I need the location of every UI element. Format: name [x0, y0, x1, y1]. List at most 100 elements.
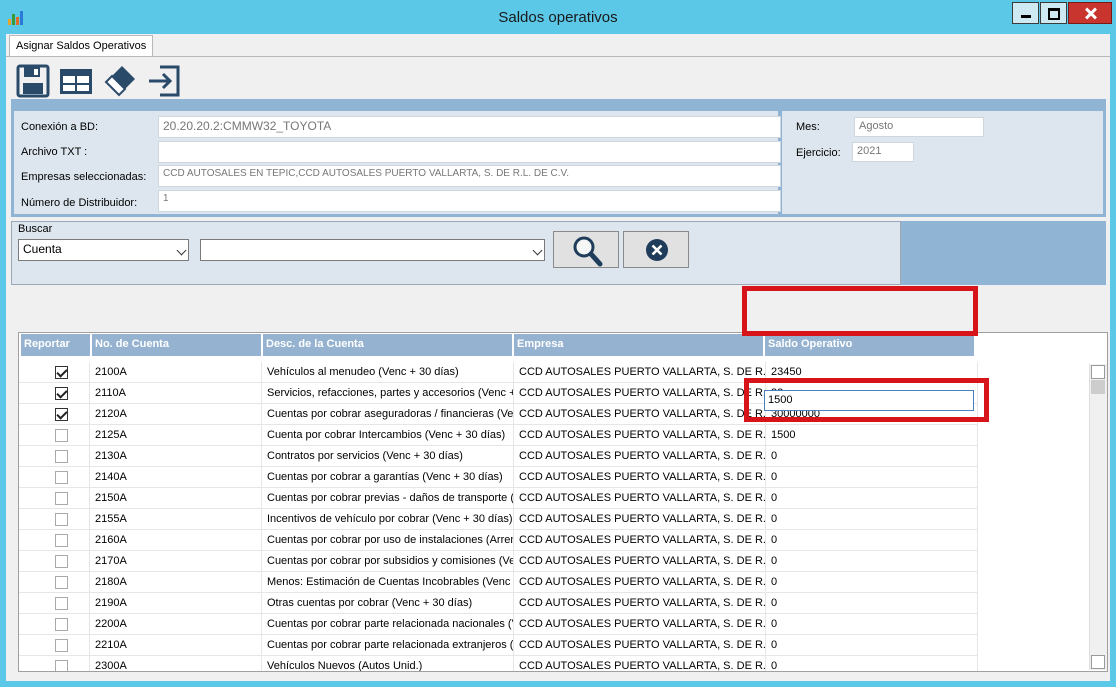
- saldo-cell[interactable]: 0: [766, 551, 978, 572]
- ejercicio-field[interactable]: 2021: [852, 142, 914, 162]
- exit-button[interactable]: [146, 63, 182, 99]
- table-row[interactable]: 2180A Menos: Estimación de Cuentas Incobr…: [19, 572, 1089, 593]
- empresa-cell[interactable]: CCD AUTOSALES PUERTO VALLARTA, S. DE R.L…: [514, 425, 766, 446]
- desc-cell[interactable]: Menos: Estimación de Cuentas Incobrables…: [262, 572, 514, 593]
- table-row[interactable]: 2160A Cuentas por cobrar por uso de insta…: [19, 530, 1089, 551]
- empresas-field[interactable]: CCD AUTOSALES EN TEPIC,CCD AUTOSALES PUE…: [158, 165, 781, 187]
- clear-search-button[interactable]: [623, 231, 689, 268]
- reportar-cell[interactable]: [19, 425, 90, 446]
- distribuidor-field[interactable]: 1: [158, 190, 781, 212]
- cuenta-cell[interactable]: 2125A: [90, 425, 262, 446]
- cuenta-cell[interactable]: 2300A: [90, 656, 262, 671]
- saldo-cell[interactable]: 0: [766, 593, 978, 614]
- mes-field[interactable]: Agosto: [854, 117, 984, 137]
- reportar-cell[interactable]: [19, 362, 90, 383]
- empresa-cell[interactable]: CCD AUTOSALES PUERTO VALLARTA, S. DE R.L…: [514, 404, 766, 425]
- reportar-cell[interactable]: [19, 593, 90, 614]
- saldo-cell[interactable]: 0: [766, 656, 978, 671]
- desc-cell[interactable]: Cuentas por cobrar parte relacionada nac…: [262, 614, 514, 635]
- reportar-checkbox[interactable]: [55, 660, 68, 671]
- minimize-button[interactable]: [1012, 2, 1039, 24]
- desc-cell[interactable]: Vehículos Nuevos (Autos Unid.): [262, 656, 514, 671]
- empresa-cell[interactable]: CCD AUTOSALES PUERTO VALLARTA, S. DE R.L…: [514, 656, 766, 671]
- desc-cell[interactable]: Contratos por servicios (Venc + 30 días): [262, 446, 514, 467]
- reportar-cell[interactable]: [19, 635, 90, 656]
- desc-cell[interactable]: Cuentas por cobrar aseguradoras / financ…: [262, 404, 514, 425]
- table-row[interactable]: 2125A Cuenta por cobrar Intercambios (Ven…: [19, 425, 1089, 446]
- reportar-checkbox[interactable]: [55, 366, 68, 379]
- table-row[interactable]: 2140A Cuentas por cobrar a garantías (Ven…: [19, 467, 1089, 488]
- reportar-cell[interactable]: [19, 446, 90, 467]
- desc-cell[interactable]: Cuentas por cobrar por subsidios y comis…: [262, 551, 514, 572]
- reportar-cell[interactable]: [19, 530, 90, 551]
- reportar-checkbox[interactable]: [55, 471, 68, 484]
- reportar-checkbox[interactable]: [55, 597, 68, 610]
- table-row[interactable]: 2155A Incentivos de vehículo por cobrar (…: [19, 509, 1089, 530]
- vertical-scrollbar[interactable]: [1089, 364, 1107, 670]
- cuenta-cell[interactable]: 2200A: [90, 614, 262, 635]
- desc-cell[interactable]: Incentivos de vehículo por cobrar (Venc …: [262, 509, 514, 530]
- header-cuenta[interactable]: No. de Cuenta: [92, 334, 261, 356]
- saldo-cell[interactable]: 0: [766, 635, 978, 656]
- reportar-checkbox[interactable]: [55, 408, 68, 421]
- empresa-cell[interactable]: CCD AUTOSALES PUERTO VALLARTA, S. DE R.L…: [514, 488, 766, 509]
- cuenta-cell[interactable]: 2160A: [90, 530, 262, 551]
- desc-cell[interactable]: Cuentas por cobrar parte relacionada ext…: [262, 635, 514, 656]
- grid-button[interactable]: [58, 63, 94, 99]
- cuenta-cell[interactable]: 2150A: [90, 488, 262, 509]
- reportar-cell[interactable]: [19, 656, 90, 671]
- reportar-cell[interactable]: [19, 614, 90, 635]
- search-button[interactable]: [553, 231, 619, 268]
- saldo-cell[interactable]: 0: [766, 509, 978, 530]
- desc-cell[interactable]: Cuentas por cobrar a garantías (Venc + 3…: [262, 467, 514, 488]
- empresa-cell[interactable]: CCD AUTOSALES PUERTO VALLARTA, S. DE R.L…: [514, 446, 766, 467]
- reportar-checkbox[interactable]: [55, 387, 68, 400]
- conexion-field[interactable]: 20.20.20.2:CMMW32_TOYOTA: [158, 116, 781, 138]
- table-row[interactable]: 2170A Cuentas por cobrar por subsidios y …: [19, 551, 1089, 572]
- header-descripcion[interactable]: Desc. de la Cuenta: [263, 334, 512, 356]
- reportar-checkbox[interactable]: [55, 555, 68, 568]
- header-empresa[interactable]: Empresa: [514, 334, 763, 356]
- reportar-checkbox[interactable]: [55, 492, 68, 505]
- reportar-cell[interactable]: [19, 509, 90, 530]
- reportar-cell[interactable]: [19, 551, 90, 572]
- saldo-cell[interactable]: 0: [766, 488, 978, 509]
- desc-cell[interactable]: Otras cuentas por cobrar (Venc + 30 días…: [262, 593, 514, 614]
- reportar-cell[interactable]: [19, 383, 90, 404]
- reportar-cell[interactable]: [19, 467, 90, 488]
- empresa-cell[interactable]: CCD AUTOSALES PUERTO VALLARTA, S. DE R.L…: [514, 572, 766, 593]
- reportar-checkbox[interactable]: [55, 639, 68, 652]
- saldo-cell[interactable]: 1500: [766, 425, 978, 446]
- cuenta-cell[interactable]: 2100A: [90, 362, 262, 383]
- table-row[interactable]: 2150A Cuentas por cobrar previas - daños …: [19, 488, 1089, 509]
- cuenta-cell[interactable]: 2170A: [90, 551, 262, 572]
- tab-asignar-saldos[interactable]: Asignar Saldos Operativos: [9, 35, 154, 57]
- desc-cell[interactable]: Cuenta por cobrar Intercambios (Venc + 3…: [262, 425, 514, 446]
- header-reportar[interactable]: Reportar: [21, 334, 90, 356]
- search-value-select[interactable]: [200, 239, 545, 261]
- empresa-cell[interactable]: CCD AUTOSALES PUERTO VALLARTA, S. DE R.L…: [514, 383, 766, 404]
- eraser-button[interactable]: [102, 63, 138, 99]
- reportar-checkbox[interactable]: [55, 576, 68, 589]
- saldo-cell[interactable]: 0: [766, 467, 978, 488]
- scroll-up-icon[interactable]: [1091, 365, 1105, 379]
- cuenta-cell[interactable]: 2155A: [90, 509, 262, 530]
- close-button[interactable]: [1068, 2, 1112, 24]
- empresa-cell[interactable]: CCD AUTOSALES PUERTO VALLARTA, S. DE R.L…: [514, 551, 766, 572]
- save-button[interactable]: [15, 63, 51, 99]
- saldo-cell[interactable]: 0: [766, 530, 978, 551]
- saldo-cell[interactable]: 0: [766, 572, 978, 593]
- empresa-cell[interactable]: CCD AUTOSALES PUERTO VALLARTA, S. DE R.L…: [514, 509, 766, 530]
- scroll-thumb[interactable]: [1091, 380, 1105, 394]
- cuenta-cell[interactable]: 2110A: [90, 383, 262, 404]
- table-row[interactable]: 2210A Cuentas por cobrar parte relacionad…: [19, 635, 1089, 656]
- empresa-cell[interactable]: CCD AUTOSALES PUERTO VALLARTA, S. DE R.L…: [514, 593, 766, 614]
- cuenta-cell[interactable]: 2180A: [90, 572, 262, 593]
- desc-cell[interactable]: Vehículos al menudeo (Venc + 30 días): [262, 362, 514, 383]
- table-row[interactable]: 2200A Cuentas por cobrar parte relacionad…: [19, 614, 1089, 635]
- table-row[interactable]: 2130A Contratos por servicios (Venc + 30 …: [19, 446, 1089, 467]
- reportar-checkbox[interactable]: [55, 534, 68, 547]
- empresa-cell[interactable]: CCD AUTOSALES PUERTO VALLARTA, S. DE R.L…: [514, 362, 766, 383]
- saldo-cell[interactable]: 0: [766, 614, 978, 635]
- empresa-cell[interactable]: CCD AUTOSALES PUERTO VALLARTA, S. DE R.L…: [514, 614, 766, 635]
